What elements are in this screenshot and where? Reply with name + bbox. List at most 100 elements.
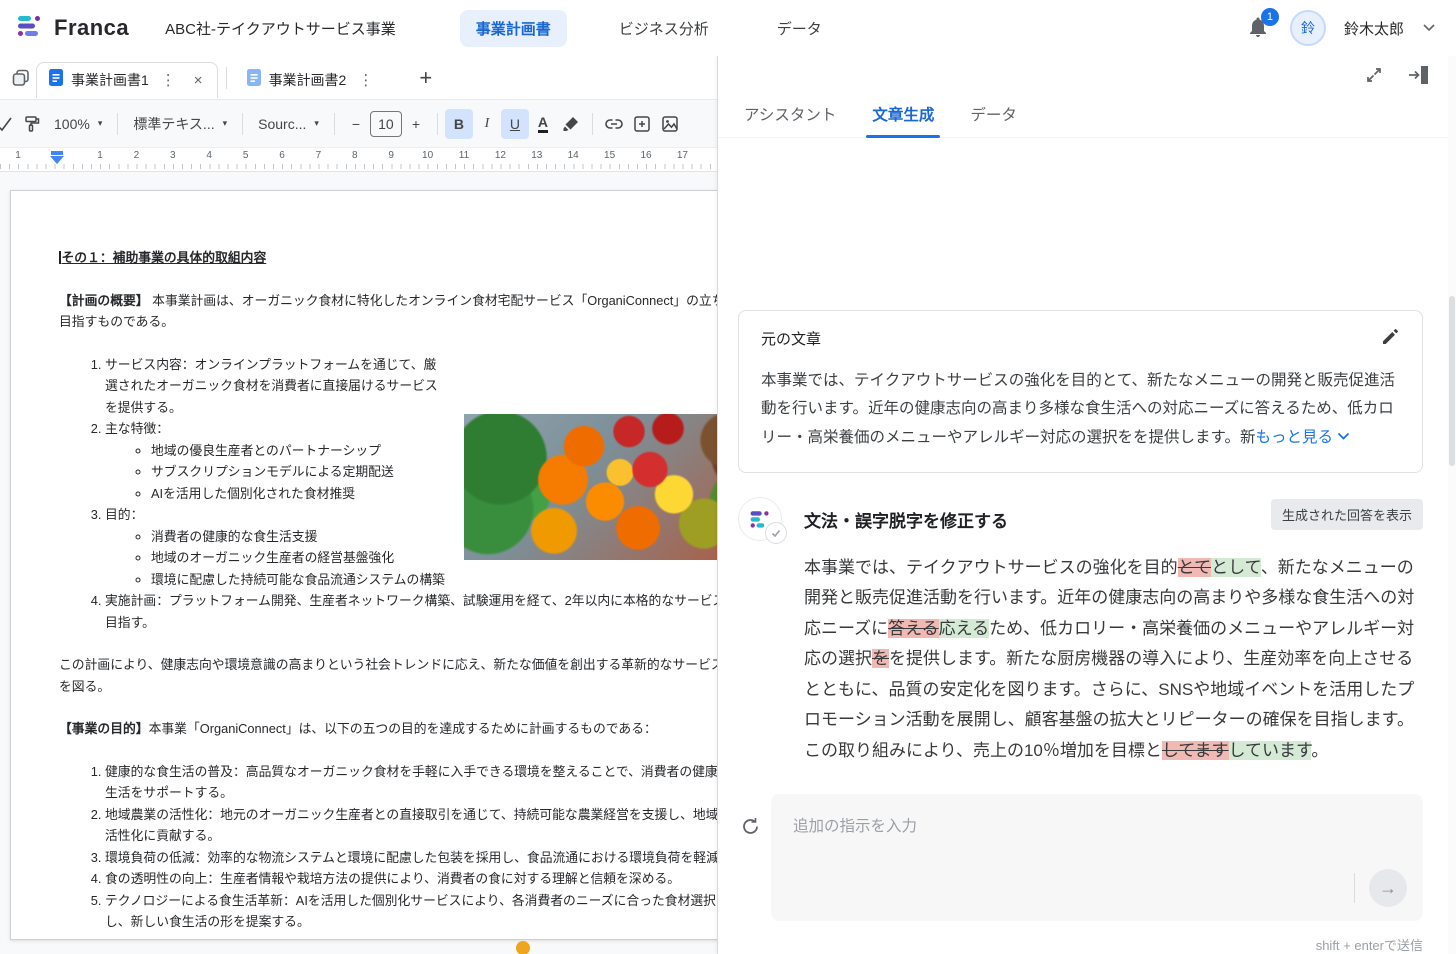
ruler-number: 5	[243, 150, 249, 161]
margin-marker[interactable]	[50, 151, 64, 164]
top-navbar: Franca ABC社-テイクアウトサービス事業 事業計画書 ビジネス分析 デー…	[0, 0, 1456, 56]
ruler: 1 1234567891011121314151617	[0, 148, 717, 172]
paint-format-icon[interactable]	[18, 109, 46, 139]
ruler-number: 1	[97, 150, 103, 161]
panel-tab-data[interactable]: データ	[968, 97, 1019, 137]
ruler-number: 10	[422, 150, 433, 161]
diff-insert: として	[1211, 558, 1261, 577]
response-body: 本事業では、テイクアウトサービスの強化を目的とてとして、新たなメニューの開発と販…	[804, 553, 1423, 767]
ruler-ticks	[0, 164, 717, 169]
show-generated-answer-button[interactable]: 生成された回答を表示	[1271, 499, 1423, 530]
nav-tab-data[interactable]: データ	[761, 10, 838, 47]
document-canvas[interactable]: その１：補助事業の具体的取組内容 【計画の概要】 本事業計画は、オーガニック食材…	[0, 172, 717, 954]
underline-button[interactable]: U	[501, 109, 529, 139]
document-editor: 事業計画書1 ⋮ × 事業計画書2 ⋮ +	[0, 56, 717, 954]
doc-tab-1-label: 事業計画書1	[71, 70, 149, 90]
panel-tab-assistant[interactable]: アシスタント	[742, 97, 838, 137]
spellcheck-icon[interactable]	[0, 109, 18, 139]
zoom-select[interactable]: 100% ▾	[46, 116, 110, 132]
original-text-card: 元の文章 本事業では、テイクアウトサービスの強化を目的とて、新たなメニューの開発…	[738, 310, 1423, 473]
text-color-button[interactable]: A	[529, 109, 557, 139]
nav-tab-business-plan[interactable]: 事業計画書	[460, 10, 567, 47]
font-select[interactable]: Sourc... ▾	[250, 116, 327, 132]
doc-tab-1[interactable]: 事業計画書1 ⋮ ×	[36, 62, 218, 98]
nav-tabs: 事業計画書 ビジネス分析 データ	[460, 10, 838, 47]
ruler-number: 6	[279, 150, 285, 161]
ruler-number: 17	[677, 150, 688, 161]
nav-tab-business-analysis[interactable]: ビジネス分析	[603, 10, 725, 47]
instruction-input-box[interactable]: →	[771, 794, 1423, 921]
panel-header	[718, 56, 1456, 97]
insert-image-icon[interactable]	[656, 109, 684, 139]
chevron-down-icon[interactable]	[1337, 423, 1350, 451]
ruler-number: 15	[604, 150, 615, 161]
list-item: 地域農業の活性化：地元のオーガニック生産者との直接取引を通じて、持続可能な農業経…	[105, 804, 717, 847]
original-text-body: 本事業では、テイクアウトサービスの強化を目的とて、新たなメニューの開発と販売促進…	[761, 367, 1400, 452]
increase-font-size-button[interactable]: +	[402, 109, 430, 139]
italic-button[interactable]: I	[473, 109, 501, 139]
add-comment-icon[interactable]	[628, 109, 656, 139]
send-button[interactable]: →	[1369, 869, 1407, 907]
user-name: 鈴木太郎	[1344, 18, 1404, 39]
document-page[interactable]: その１：補助事業の具体的取組内容 【計画の概要】 本事業計画は、オーガニック食材…	[10, 190, 717, 940]
dropdown-icon: ▾	[98, 118, 103, 129]
franca-logo-icon	[16, 12, 44, 45]
panel-tab-text-generation[interactable]: 文章生成	[870, 97, 936, 137]
original-text-title: 元の文章	[761, 328, 821, 349]
notification-bell-icon[interactable]: 1	[1246, 15, 1272, 41]
list-item: 環境負荷の低減：効率的な物流システムと環境に配慮した包装を採用し、食品流通におけ…	[105, 847, 717, 869]
highlighter-icon[interactable]	[557, 109, 585, 139]
doc-list-goals: 健康的な食生活の普及：高品質なオーガニック食材を手軽に入手できる環境を整えること…	[59, 761, 717, 933]
collaborator-presence-dot	[516, 941, 530, 954]
diff-delete: を	[872, 649, 889, 668]
diff-delete: 答える	[888, 619, 939, 638]
doc-tab-1-close-icon[interactable]: ×	[188, 72, 209, 89]
doc-paragraph-purpose: 【事業の目的】本事業「OrganiConnect」は、以下の五つの目的を達成する…	[59, 718, 717, 740]
doc-tab-2[interactable]: 事業計画書2 ⋮	[235, 62, 386, 98]
ruler-number: 14	[568, 150, 579, 161]
list-item: テクノロジーによる食生活革新：AIを活用した個別化サービスにより、各消費者のニー…	[105, 890, 717, 933]
add-document-tab-button[interactable]: +	[419, 65, 432, 91]
brand[interactable]: Franca	[16, 12, 129, 45]
ruler-number: 9	[388, 150, 394, 161]
ruler-number: 16	[640, 150, 651, 161]
doc-heading: その１：補助事業の具体的取組内容	[59, 247, 717, 269]
text-cursor	[59, 251, 61, 264]
expand-panel-icon[interactable]	[1364, 65, 1384, 85]
all-documents-icon[interactable]	[6, 68, 36, 88]
ruler-number: 8	[352, 150, 358, 161]
insert-link-icon[interactable]	[600, 109, 628, 139]
regenerate-icon[interactable]	[740, 816, 761, 837]
document-icon	[247, 69, 261, 91]
doc-paragraph-summary: この計画により、健康志向や環境意識の高まりという社会トレンドに応え、新たな価値を…	[59, 654, 717, 697]
diff-insert: 応える	[939, 619, 990, 638]
diff-delete: してます	[1162, 741, 1229, 760]
instruction-input-row: →	[738, 794, 1423, 921]
paragraph-style-value: 標準テキス...	[133, 114, 214, 134]
decrease-font-size-button[interactable]: −	[342, 109, 370, 139]
paragraph-style-select[interactable]: 標準テキス... ▾	[125, 114, 235, 134]
ruler-number: 7	[316, 150, 322, 161]
user-avatar[interactable]: 鈴	[1290, 10, 1326, 46]
response-title: 文法・誤字脱字を修正する	[804, 507, 1008, 532]
list-item: 健康的な食生活の普及：高品質なオーガニック食材を手軽に入手できる環境を整えること…	[105, 761, 717, 804]
doc-tab-1-menu-icon[interactable]: ⋮	[157, 71, 180, 89]
brand-name: Franca	[54, 15, 129, 41]
document-icon	[49, 69, 63, 91]
show-more-link[interactable]: もっと見る	[1255, 429, 1333, 446]
doc-tab-2-menu-icon[interactable]: ⋮	[354, 71, 377, 89]
close-panel-icon[interactable]	[1406, 64, 1430, 86]
ruler-number: 4	[206, 150, 212, 161]
list-item: 実施計画：プラットフォーム開発、生産者ネットワーク構築、試験運用を経て、2年以内…	[105, 590, 717, 633]
zoom-value: 100%	[54, 116, 90, 132]
font-value: Sourc...	[258, 116, 306, 132]
doc-paragraph-overview: 【計画の概要】 本事業計画は、オーガニック食材に特化したオンライン食材宅配サービ…	[59, 290, 717, 333]
list-item: サービス内容：オンラインプラットフォームを通じて、厳選されたオーガニック食材を消…	[105, 354, 717, 419]
user-menu-chevron-icon[interactable]	[1422, 19, 1436, 37]
ruler-number: 12	[495, 150, 506, 161]
edit-original-icon[interactable]	[1381, 327, 1400, 351]
dropdown-icon: ▾	[314, 118, 319, 129]
bold-button[interactable]: B	[445, 109, 473, 139]
font-size-input[interactable]	[370, 111, 402, 137]
instruction-textarea[interactable]	[771, 794, 1423, 866]
